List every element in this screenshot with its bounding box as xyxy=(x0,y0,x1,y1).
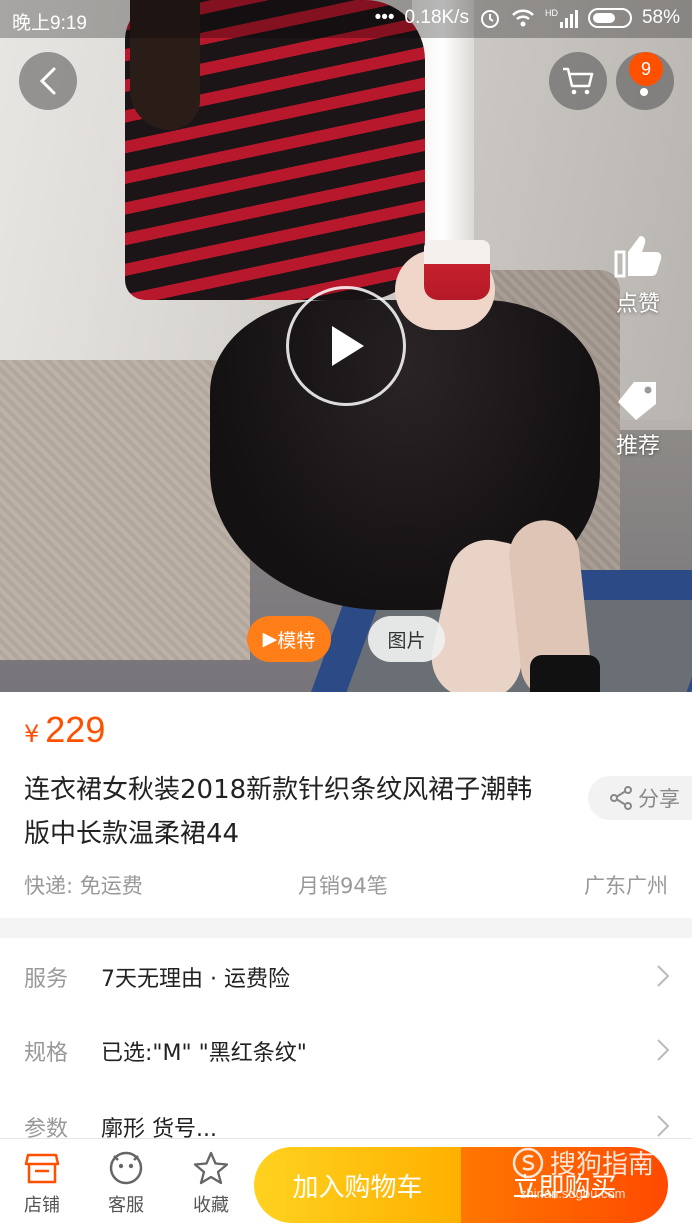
share-button[interactable]: 分享 xyxy=(588,776,692,820)
chevron-right-icon xyxy=(657,1039,670,1061)
thumbs-up-icon xyxy=(614,236,662,278)
coffee-cup xyxy=(424,240,490,300)
battery-icon xyxy=(587,8,632,28)
shipping-info: 快递: 免运费 xyxy=(24,874,143,898)
chevron-right-icon xyxy=(657,1115,670,1137)
chat-face-icon xyxy=(109,1151,143,1185)
attribute-list: 服务 7天无理由 · 运费险 规格 已选:"M" "黑红条纹" 参数 廓形 货号… xyxy=(0,938,692,1142)
tag-icon xyxy=(618,382,656,420)
add-to-cart-button[interactable]: 加入购物车 xyxy=(254,1147,461,1223)
play-icon xyxy=(332,326,364,366)
share-icon xyxy=(610,786,632,810)
row-label: 规格 xyxy=(24,1041,69,1066)
price-currency: ¥ xyxy=(24,720,40,748)
more-dot-icon xyxy=(640,88,648,96)
row-label: 服务 xyxy=(24,967,69,992)
watermark: 搜狗指南 xyxy=(512,1144,654,1181)
tab-model[interactable]: ▶ 模特 xyxy=(247,616,331,662)
spec-row[interactable]: 规格 已选:"M" "黑红条纹" xyxy=(0,1014,692,1088)
product-title: 连衣裙女秋装2018新款针织条纹风裙子潮韩版中长款温柔裙44 xyxy=(24,775,533,849)
add-to-cart-label: 加入购物车 xyxy=(292,1172,423,1203)
watermark-url: zhinan.sogou.com xyxy=(520,1186,626,1201)
cart-count-badge: 9 xyxy=(629,52,663,86)
net-speed: 0.18K/s xyxy=(404,7,469,28)
more-dots: ••• xyxy=(374,7,395,28)
chevron-right-icon xyxy=(657,965,670,987)
watermark-name: 搜狗指南 xyxy=(550,1150,655,1180)
back-arrow-icon xyxy=(39,67,56,95)
tab-model-label: 模特 xyxy=(277,629,316,652)
recommend-label: 推荐 xyxy=(615,434,660,459)
share-label: 分享 xyxy=(638,787,680,811)
service-row[interactable]: 服务 7天无理由 · 运费险 xyxy=(0,940,692,1014)
wifi-icon xyxy=(512,9,534,27)
service-label: 客服 xyxy=(108,1195,144,1216)
status-bar: 晚上9:19 ••• 0.18K/s HD 58% xyxy=(0,0,692,38)
row-value: 已选:"M" "黑红条纹" xyxy=(101,1041,307,1066)
back-button[interactable] xyxy=(19,52,77,110)
sogou-logo-icon xyxy=(512,1147,544,1178)
model-boot xyxy=(530,655,600,692)
ship-location: 广东广州 xyxy=(584,874,668,898)
alarm-icon xyxy=(480,10,499,28)
favorite-label: 收藏 xyxy=(193,1195,229,1216)
like-action[interactable]: 点赞 xyxy=(598,232,678,318)
recommend-action[interactable]: 推荐 xyxy=(598,378,678,460)
shop-tab[interactable]: 店铺 xyxy=(7,1151,77,1217)
customer-service-tab[interactable]: 客服 xyxy=(91,1151,161,1217)
shop-icon xyxy=(24,1153,60,1184)
shop-label: 店铺 xyxy=(24,1195,60,1216)
tab-photo-label: 图片 xyxy=(387,629,426,652)
play-small-icon: ▶ xyxy=(262,628,278,650)
play-button[interactable] xyxy=(286,286,406,406)
status-time: 晚上9:19 xyxy=(12,13,87,34)
like-label: 点赞 xyxy=(615,292,660,317)
favorite-tab[interactable]: 收藏 xyxy=(176,1151,246,1217)
battery-level: 58% xyxy=(641,7,680,28)
price: ¥ 229 xyxy=(24,709,105,751)
signal-icon: HD xyxy=(545,8,578,28)
tab-photo[interactable]: 图片 xyxy=(368,616,445,662)
cart-button[interactable] xyxy=(549,52,607,110)
star-icon xyxy=(193,1151,229,1185)
monthly-sales: 月销94笔 xyxy=(298,874,388,898)
row-value: 7天无理由 · 运费险 xyxy=(101,967,290,992)
hd-label: HD xyxy=(544,8,558,18)
status-indicators: ••• 0.18K/s HD 58% xyxy=(375,7,680,29)
cart-icon xyxy=(563,67,594,95)
product-detail-page: 点赞 推荐 ▶ 模特 图片 晚上9:19 ••• 0.18K/s HD 58% … xyxy=(0,0,692,1230)
price-value: 229 xyxy=(45,709,106,750)
